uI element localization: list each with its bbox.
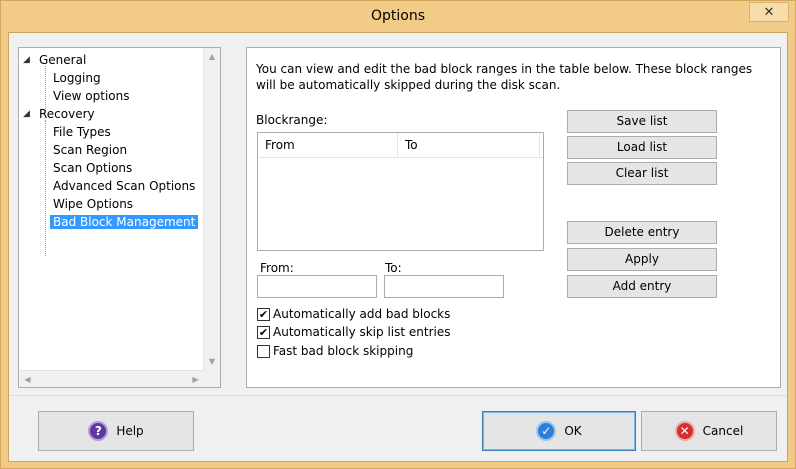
to-input[interactable] (384, 275, 504, 298)
list-header: From To (258, 133, 543, 158)
checkbox-checked-icon[interactable]: ✔ (257, 325, 270, 339)
tree-item-label: Scan Region (53, 143, 128, 157)
dialog-footer: ? Help ✓ OK ✕ Cancel (9, 395, 787, 461)
expand-arrow-icon[interactable]: ◢ (23, 105, 30, 123)
tree-item-label: File Types (53, 125, 111, 139)
panel-description: You can view and edit the bad block rang… (256, 62, 753, 92)
cancel-button[interactable]: ✕ Cancel (641, 411, 777, 451)
scrollbar-corner (203, 370, 220, 387)
tree-item-label: Logging (53, 71, 101, 85)
cancel-button-label: Cancel (702, 424, 744, 438)
tree-item-label: Wipe Options (53, 197, 134, 211)
blockrange-label: Blockrange: (256, 113, 328, 127)
scroll-down-arrow-icon[interactable]: ▼ (204, 353, 220, 370)
checkbox-label: Automatically skip list entries (273, 325, 451, 339)
title-bar[interactable]: Options ✕ (1, 1, 795, 32)
tree-item-label: View options (53, 89, 130, 103)
to-label: To: (385, 261, 402, 275)
tree-connector (45, 120, 46, 256)
from-input[interactable] (257, 275, 377, 298)
tree-item-label: Bad Block Management (50, 215, 199, 229)
tree-item-file-types[interactable]: File Types (53, 123, 111, 141)
column-header-to[interactable]: To (398, 133, 540, 158)
tree-item-label: Advanced Scan Options (53, 179, 196, 193)
tree-item-label: Recovery (39, 107, 95, 121)
add-entry-button[interactable]: Add entry (567, 275, 717, 298)
scroll-left-arrow-icon[interactable]: ◀ (19, 371, 36, 388)
ok-button[interactable]: ✓ OK (482, 411, 636, 451)
load-list-button[interactable]: Load list (567, 136, 717, 159)
checkbox-fast-bad-block-skipping[interactable]: Fast bad block skipping (257, 342, 413, 360)
help-button[interactable]: ? Help (38, 411, 194, 451)
tree-item-scan-region[interactable]: Scan Region (53, 141, 127, 159)
scroll-right-arrow-icon[interactable]: ▶ (187, 371, 204, 388)
column-header-from[interactable]: From (258, 133, 398, 158)
checkbox-auto-skip-list-entries[interactable]: ✔ Automatically skip list entries (257, 323, 450, 341)
tree-item-label: Scan Options (53, 161, 133, 175)
tree-item-wipe-options[interactable]: Wipe Options (53, 195, 133, 213)
checkbox-auto-add-bad-blocks[interactable]: ✔ Automatically add bad blocks (257, 305, 450, 323)
bad-block-panel: You can view and edit the bad block rang… (246, 47, 781, 388)
tree-horizontal-scrollbar[interactable]: ◀ ▶ (19, 370, 204, 387)
tree-item-label: General (39, 53, 87, 67)
tree-item-advanced-scan-options[interactable]: Advanced Scan Options (53, 177, 195, 195)
tree-item-view-options[interactable]: View options (53, 87, 130, 105)
tree-vertical-scrollbar[interactable]: ▲ ▼ (203, 48, 220, 370)
tree-item-logging[interactable]: Logging (53, 69, 101, 87)
tree-item-bad-block-management[interactable]: Bad Block Management (50, 213, 199, 231)
close-button[interactable]: ✕ (749, 2, 789, 22)
apply-button[interactable]: Apply (567, 248, 717, 271)
save-list-button[interactable]: Save list (567, 110, 717, 133)
delete-entry-button[interactable]: Delete entry (567, 221, 717, 244)
cancel-icon: ✕ (674, 421, 695, 441)
ok-button-label: OK (564, 424, 582, 438)
options-tree[interactable]: ◢ General Logging View options ◢ Recover… (18, 47, 221, 388)
options-window: Options ✕ ◢ General Logging View options… (0, 0, 796, 469)
help-button-label: Help (116, 424, 144, 438)
close-icon: ✕ (763, 4, 775, 20)
clear-list-button[interactable]: Clear list (567, 162, 717, 185)
dialog-client: ◢ General Logging View options ◢ Recover… (8, 32, 788, 462)
checkbox-checked-icon[interactable]: ✔ (257, 307, 270, 321)
help-icon: ? (88, 421, 109, 441)
window-title: Options (370, 8, 426, 24)
from-label: From: (260, 261, 294, 275)
tree-item-scan-options[interactable]: Scan Options (53, 159, 132, 177)
blockrange-list[interactable]: From To (257, 132, 544, 251)
checkmark-icon: ✓ (536, 421, 557, 441)
scroll-up-arrow-icon[interactable]: ▲ (204, 48, 220, 65)
checkbox-unchecked-icon[interactable] (257, 344, 270, 358)
checkbox-label: Automatically add bad blocks (273, 307, 451, 321)
expand-arrow-icon[interactable]: ◢ (23, 51, 30, 69)
checkbox-label: Fast bad block skipping (273, 344, 414, 358)
